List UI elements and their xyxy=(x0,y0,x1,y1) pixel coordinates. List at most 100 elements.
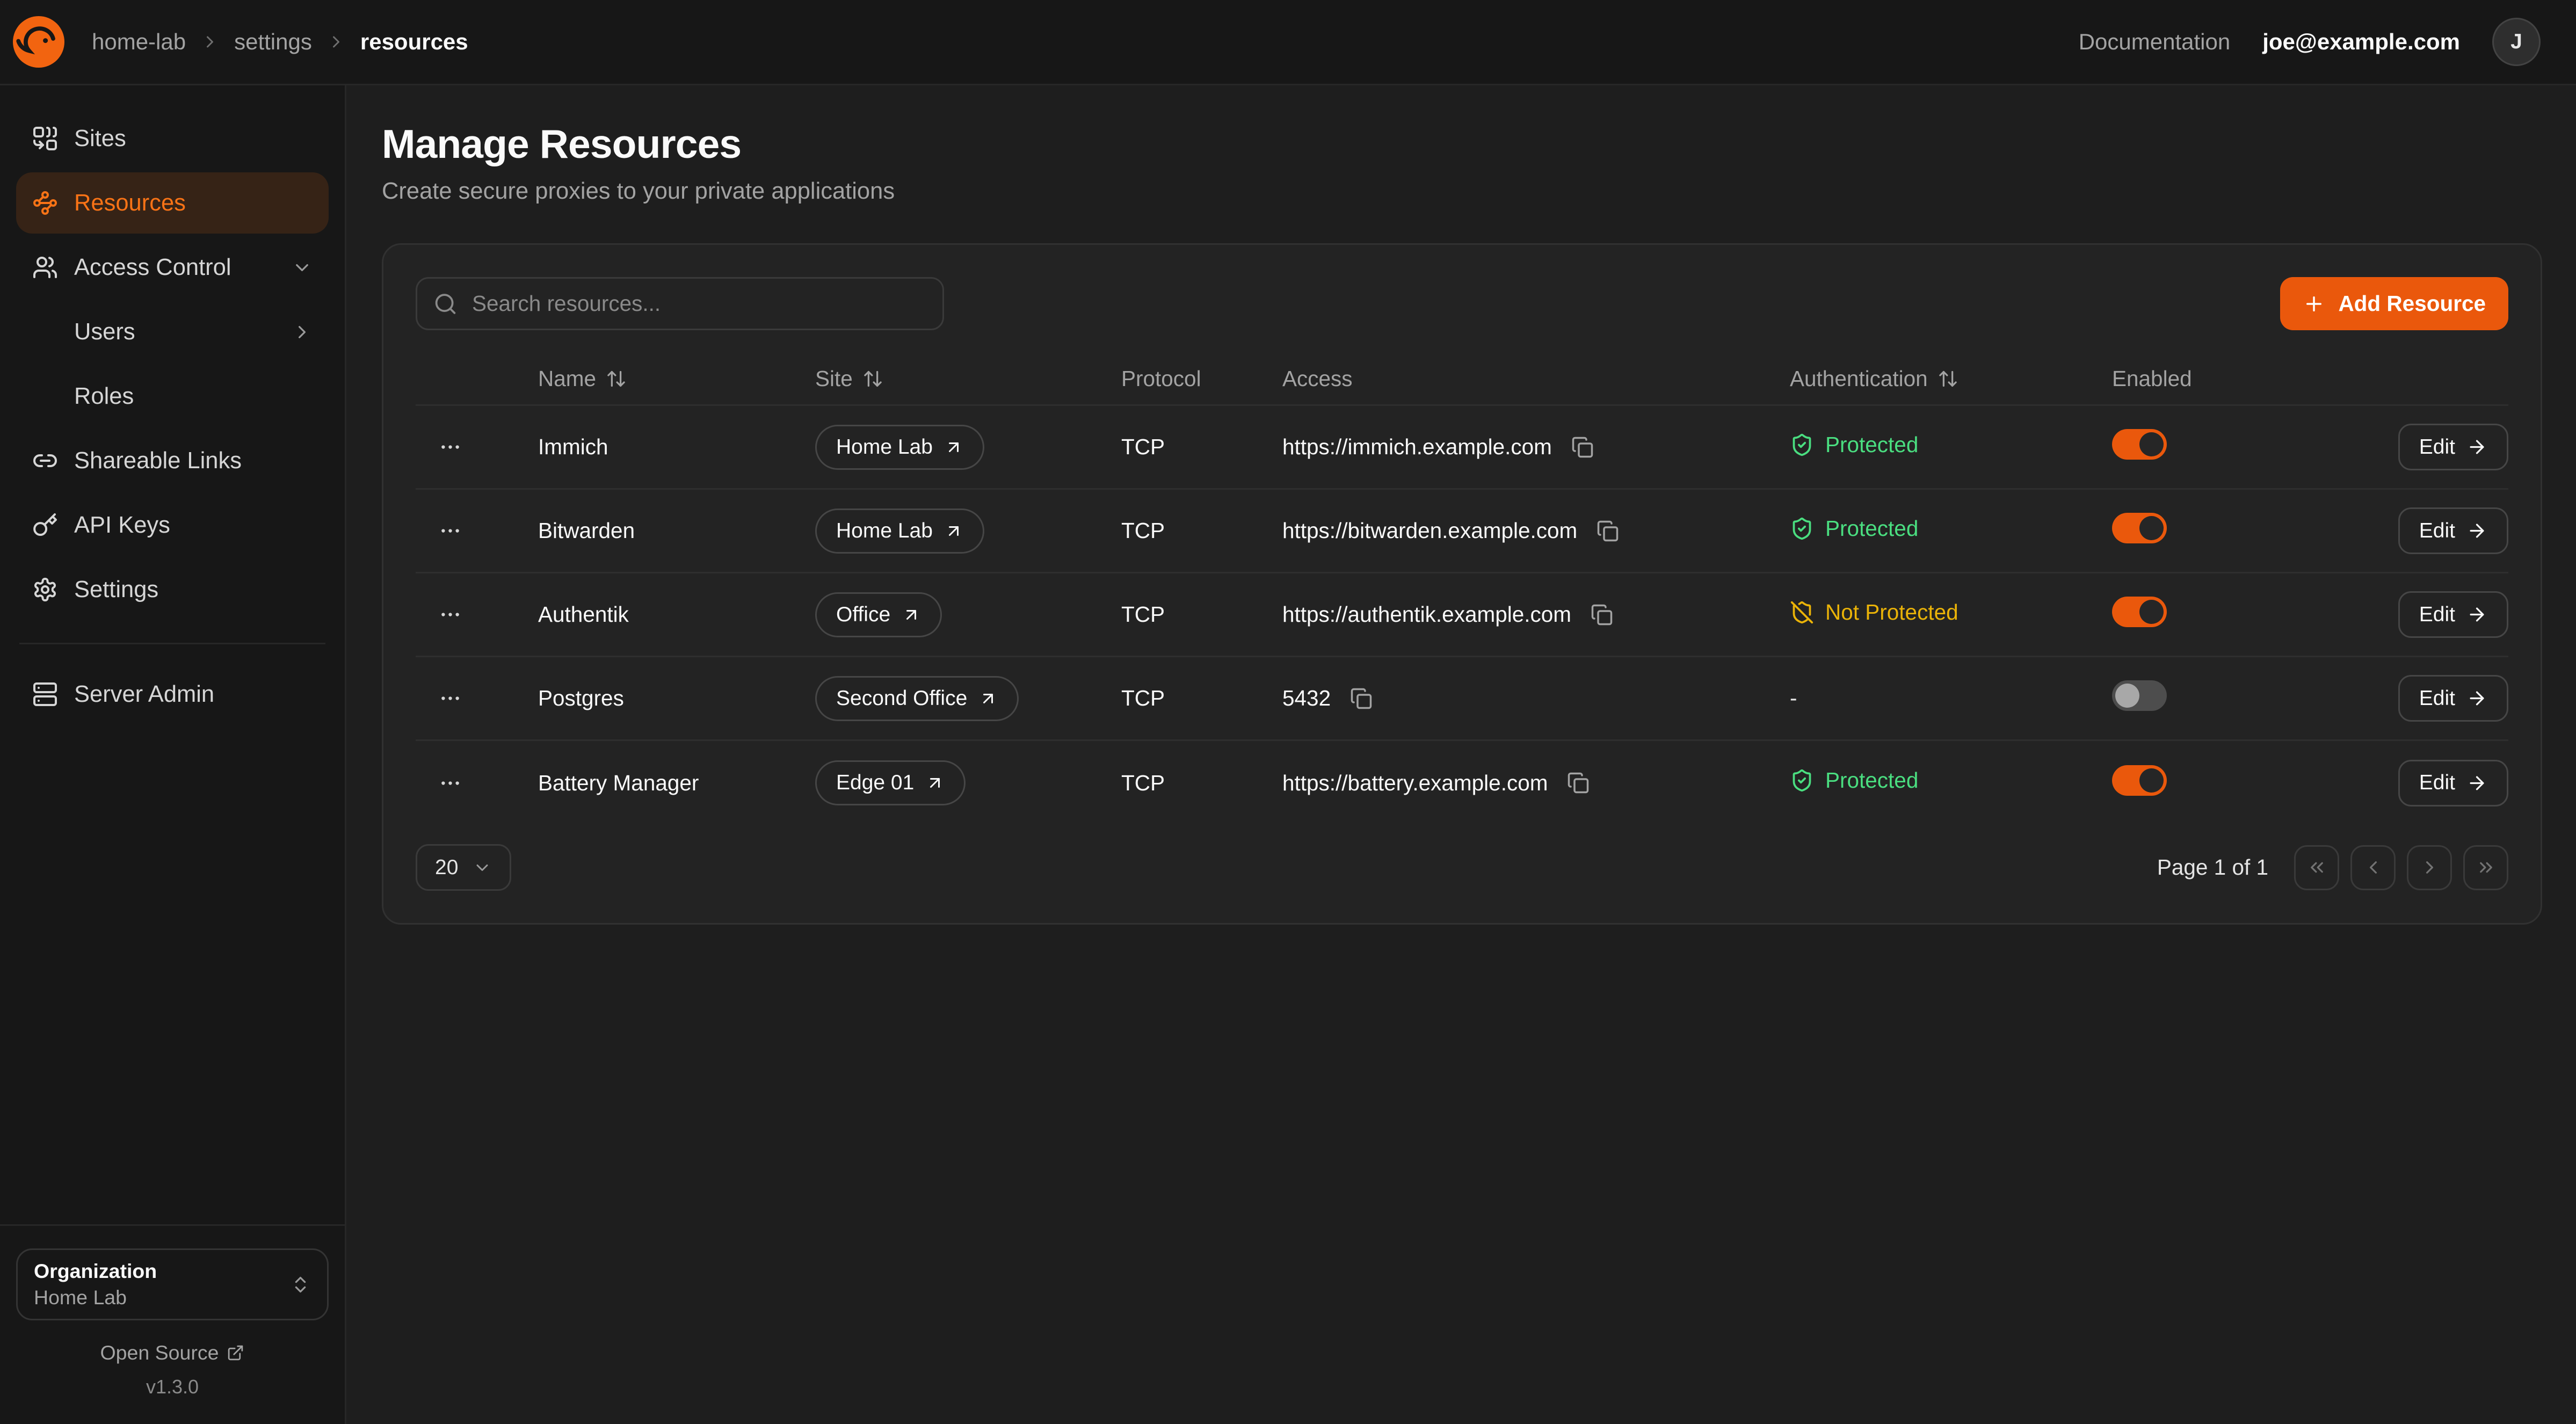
breadcrumb-separator-icon xyxy=(326,32,346,52)
main-content: Manage Resources Create secure proxies t… xyxy=(346,85,2576,1424)
copy-button[interactable] xyxy=(1347,684,1376,713)
previous-page-button[interactable] xyxy=(2350,845,2396,890)
sites-icon xyxy=(32,126,58,151)
access-link[interactable]: 5432 xyxy=(1282,686,1331,711)
enabled-toggle[interactable] xyxy=(2112,429,2167,460)
page-size-select[interactable]: 20 xyxy=(416,844,511,891)
first-page-button[interactable] xyxy=(2294,845,2339,890)
edit-button[interactable]: Edit xyxy=(2398,675,2508,722)
search-box xyxy=(416,277,944,330)
edit-button[interactable]: Edit xyxy=(2398,591,2508,638)
auth-status: Protected xyxy=(1790,516,1918,541)
pangolin-logo-icon xyxy=(13,16,64,68)
avatar[interactable]: J xyxy=(2492,18,2541,66)
documentation-link[interactable]: Documentation xyxy=(2079,29,2231,55)
enabled-toggle[interactable] xyxy=(2112,765,2167,796)
sidebar-item-label: Sites xyxy=(74,126,126,152)
toggle-knob xyxy=(2115,684,2139,708)
enabled-toggle[interactable] xyxy=(2112,680,2167,711)
edit-button[interactable]: Edit xyxy=(2398,424,2508,470)
topbar: home-lab settings resources Documentatio… xyxy=(0,0,2576,85)
row-actions-button[interactable] xyxy=(432,765,469,802)
site-link-button[interactable]: Office xyxy=(815,592,942,637)
add-resource-button[interactable]: Add Resource xyxy=(2280,277,2508,330)
shield-off-icon xyxy=(1790,600,1814,624)
sidebar-item-resources[interactable]: Resources xyxy=(16,172,329,234)
header-authentication[interactable]: Authentication xyxy=(1790,366,2112,391)
enabled-toggle[interactable] xyxy=(2112,597,2167,627)
site-link-button[interactable]: Home Lab xyxy=(815,425,984,470)
header-name-label: Name xyxy=(538,366,596,391)
arrow-right-icon xyxy=(2466,437,2487,457)
breadcrumb-current: resources xyxy=(360,29,468,55)
sidebar-item-label: Users xyxy=(74,319,135,345)
sidebar-item-sites[interactable]: Sites xyxy=(16,108,329,169)
enabled-cell xyxy=(2112,513,2330,549)
row-actions-button[interactable] xyxy=(432,512,469,549)
search-input[interactable] xyxy=(416,277,944,330)
table-row: Battery Manager Edge 01 TCP https://batt… xyxy=(416,741,2508,825)
site-link-button[interactable]: Second Office xyxy=(815,676,1019,721)
shield-check-icon xyxy=(1790,517,1814,541)
organization-picker[interactable]: Organization Home Lab xyxy=(16,1248,329,1320)
sidebar-item-server-admin[interactable]: Server Admin xyxy=(16,664,329,725)
authentication-cell: Protected xyxy=(1790,516,2112,546)
link-icon xyxy=(32,448,58,474)
site-link-button[interactable]: Edge 01 xyxy=(815,760,966,805)
row-actions-button[interactable] xyxy=(432,596,469,633)
header-site[interactable]: Site xyxy=(815,366,1121,391)
row-actions-cell xyxy=(416,512,538,549)
last-page-button[interactable] xyxy=(2463,845,2508,890)
access-link[interactable]: https://authentik.example.com xyxy=(1282,602,1571,627)
enabled-cell xyxy=(2112,680,2330,716)
site-link-button[interactable]: Home Lab xyxy=(815,508,984,554)
edit-cell: Edit xyxy=(2330,591,2508,638)
breadcrumb-org[interactable]: home-lab xyxy=(92,29,186,55)
add-resource-label: Add Resource xyxy=(2338,291,2486,316)
sidebar-item-settings[interactable]: Settings xyxy=(16,559,329,620)
toggle-knob xyxy=(2139,432,2164,456)
chevrons-left-icon xyxy=(2306,857,2327,878)
resource-name: Postgres xyxy=(538,686,624,710)
resource-name: Authentik xyxy=(538,602,629,627)
access-link[interactable]: https://bitwarden.example.com xyxy=(1282,518,1577,543)
header-authentication-label: Authentication xyxy=(1790,366,1928,391)
site-cell: Home Lab xyxy=(815,425,1121,470)
sidebar-item-shareable-links[interactable]: Shareable Links xyxy=(16,430,329,491)
name-cell: Postgres xyxy=(538,686,815,711)
enabled-toggle[interactable] xyxy=(2112,513,2167,543)
protocol-cell: TCP xyxy=(1121,686,1282,711)
edit-button[interactable]: Edit xyxy=(2398,507,2508,554)
chevron-right-icon xyxy=(292,322,313,343)
open-source-link[interactable]: Open Source xyxy=(16,1341,329,1364)
access-cell: https://immich.example.com xyxy=(1282,433,1790,462)
copy-button[interactable] xyxy=(1593,517,1622,546)
row-actions-cell xyxy=(416,765,538,802)
edit-button[interactable]: Edit xyxy=(2398,760,2508,807)
sidebar-item-api-keys[interactable]: API Keys xyxy=(16,495,329,556)
ellipsis-icon xyxy=(438,686,462,710)
user-email[interactable]: joe@example.com xyxy=(2262,29,2460,55)
sidebar-item-users[interactable]: Users xyxy=(16,301,329,362)
header-name[interactable]: Name xyxy=(538,366,815,391)
authentication-cell: Protected xyxy=(1790,768,2112,798)
arrow-right-icon xyxy=(2466,688,2487,709)
row-actions-button[interactable] xyxy=(432,680,469,717)
sidebar-item-access-control[interactable]: Access Control xyxy=(16,237,329,298)
next-page-button[interactable] xyxy=(2407,845,2452,890)
access-link[interactable]: https://battery.example.com xyxy=(1282,771,1548,796)
copy-button[interactable] xyxy=(1587,600,1616,629)
name-cell: Battery Manager xyxy=(538,771,815,796)
row-actions-cell xyxy=(416,428,538,466)
row-actions-button[interactable] xyxy=(432,428,469,466)
app-root: home-lab settings resources Documentatio… xyxy=(0,0,2576,1424)
copy-button[interactable] xyxy=(1564,768,1593,797)
authentication-cell: Not Protected xyxy=(1790,600,2112,630)
breadcrumb-settings[interactable]: settings xyxy=(234,29,312,55)
copy-button[interactable] xyxy=(1568,433,1597,462)
access-link[interactable]: https://immich.example.com xyxy=(1282,434,1552,460)
app-logo[interactable] xyxy=(13,16,64,68)
table-footer: 20 Page 1 of 1 xyxy=(416,844,2508,891)
sidebar-item-roles[interactable]: Roles xyxy=(16,366,329,427)
topbar-left: home-lab settings resources xyxy=(13,16,468,68)
